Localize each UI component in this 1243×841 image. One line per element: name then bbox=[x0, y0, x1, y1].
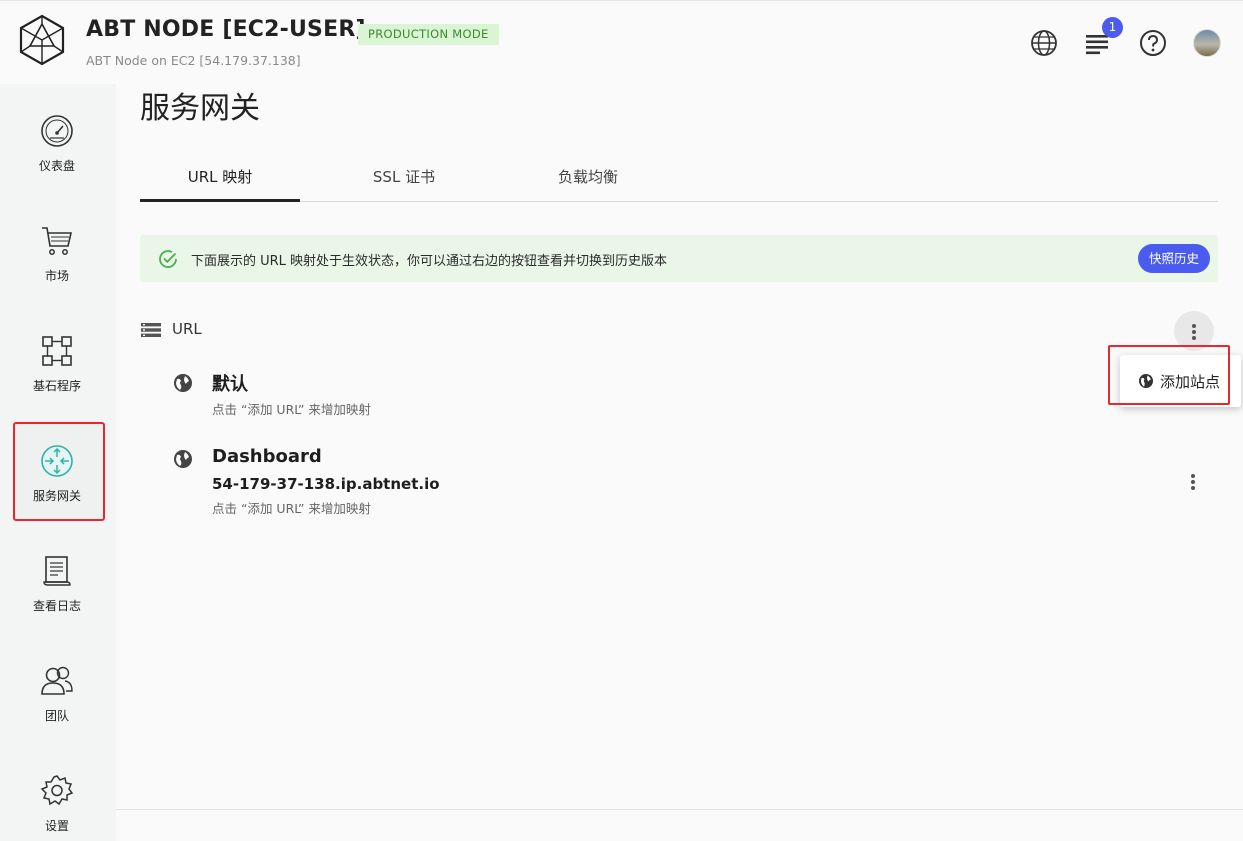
production-mode-badge: PRODUCTION MODE bbox=[358, 24, 499, 45]
menu-item-add-site[interactable]: 添加站点 bbox=[1120, 355, 1241, 407]
gateway-icon bbox=[41, 445, 73, 477]
app-header: ABT NODE [EC2-USER] PRODUCTION MODE ABT … bbox=[0, 0, 1243, 84]
abt-logo-icon bbox=[19, 14, 65, 66]
sidebar-item-label: 基石程序 bbox=[32, 379, 81, 393]
add-site-menu: 添加站点 bbox=[1120, 355, 1241, 407]
site-hint: 点击 “添加 URL” 来增加映射 bbox=[212, 501, 371, 516]
dashboard-gauge-icon bbox=[41, 115, 73, 147]
info-alert: 下面展示的 URL 映射处于生效状态，你可以通过右边的按钮查看并切换到历史版本 … bbox=[140, 235, 1218, 282]
site-name: Dashboard bbox=[212, 446, 322, 467]
page-title: 服务网关 bbox=[140, 91, 260, 126]
sidebar-item-label: 团队 bbox=[44, 709, 69, 723]
sidebar-item-market[interactable]: 市场 bbox=[0, 200, 116, 310]
help-icon[interactable] bbox=[1139, 29, 1167, 57]
site-hint: 点击 “添加 URL” 来增加映射 bbox=[212, 402, 371, 417]
more-vert-icon bbox=[1191, 474, 1195, 490]
sidebar-item-logs[interactable]: 查看日志 bbox=[0, 530, 116, 640]
log-icon bbox=[43, 556, 71, 586]
sidebar-item-label: 设置 bbox=[44, 819, 69, 833]
site-more-button[interactable] bbox=[1183, 472, 1203, 492]
cart-icon bbox=[42, 227, 73, 255]
sidebar-item-label: 市场 bbox=[44, 269, 69, 283]
sidebar-item-label: 服务网关 bbox=[32, 489, 81, 503]
section-more-button[interactable] bbox=[1174, 311, 1214, 351]
language-globe-icon[interactable] bbox=[1030, 29, 1058, 57]
site-domain-link[interactable]: 54-179-37-138.ip.abtnet.io bbox=[212, 475, 440, 493]
sidebar-item-dashboard[interactable]: 仪表盘 bbox=[0, 90, 116, 200]
tab-load-balancing[interactable]: 负载均衡 bbox=[508, 160, 668, 202]
globe-icon bbox=[174, 450, 192, 468]
sidebar-item-settings[interactable]: 设置 bbox=[0, 750, 116, 841]
sidebar-item-label: 查看日志 bbox=[32, 599, 81, 613]
tab-url-mapping[interactable]: URL 映射 bbox=[140, 160, 300, 202]
check-circle-icon bbox=[159, 250, 177, 268]
section-label: URL bbox=[172, 320, 202, 338]
more-vert-icon bbox=[1192, 324, 1196, 340]
globe-icon bbox=[174, 374, 192, 392]
notification-count-badge: 1 bbox=[1102, 17, 1123, 38]
sidebar-item-gateway[interactable]: 服务网关 bbox=[0, 420, 116, 530]
alert-message: 下面展示的 URL 映射处于生效状态，你可以通过右边的按钮查看并切换到历史版本 bbox=[191, 254, 668, 269]
snapshot-history-button[interactable]: 快照历史 bbox=[1138, 244, 1210, 273]
list-icon bbox=[141, 323, 161, 337]
footer-divider bbox=[116, 809, 1243, 810]
tab-ssl-certificates[interactable]: SSL 证书 bbox=[324, 160, 484, 202]
settings-gear-icon bbox=[40, 775, 74, 806]
node-subtitle: ABT Node on EC2 [54.179.37.138] bbox=[86, 53, 301, 68]
tab-bar: URL 映射 SSL 证书 负载均衡 bbox=[140, 160, 1218, 202]
sidebar-item-label: 仪表盘 bbox=[38, 159, 75, 173]
sidebar-item-blocklets[interactable]: 基石程序 bbox=[0, 310, 116, 420]
menu-item-label: 添加站点 bbox=[1160, 373, 1221, 391]
globe-icon bbox=[1139, 374, 1153, 388]
app-title: ABT NODE [EC2-USER] bbox=[86, 17, 366, 42]
blocklet-nodes-icon bbox=[42, 336, 72, 366]
team-icon bbox=[41, 666, 73, 695]
sidebar-item-team[interactable]: 团队 bbox=[0, 640, 116, 750]
user-avatar[interactable] bbox=[1193, 29, 1221, 57]
site-name: 默认 bbox=[212, 374, 248, 395]
